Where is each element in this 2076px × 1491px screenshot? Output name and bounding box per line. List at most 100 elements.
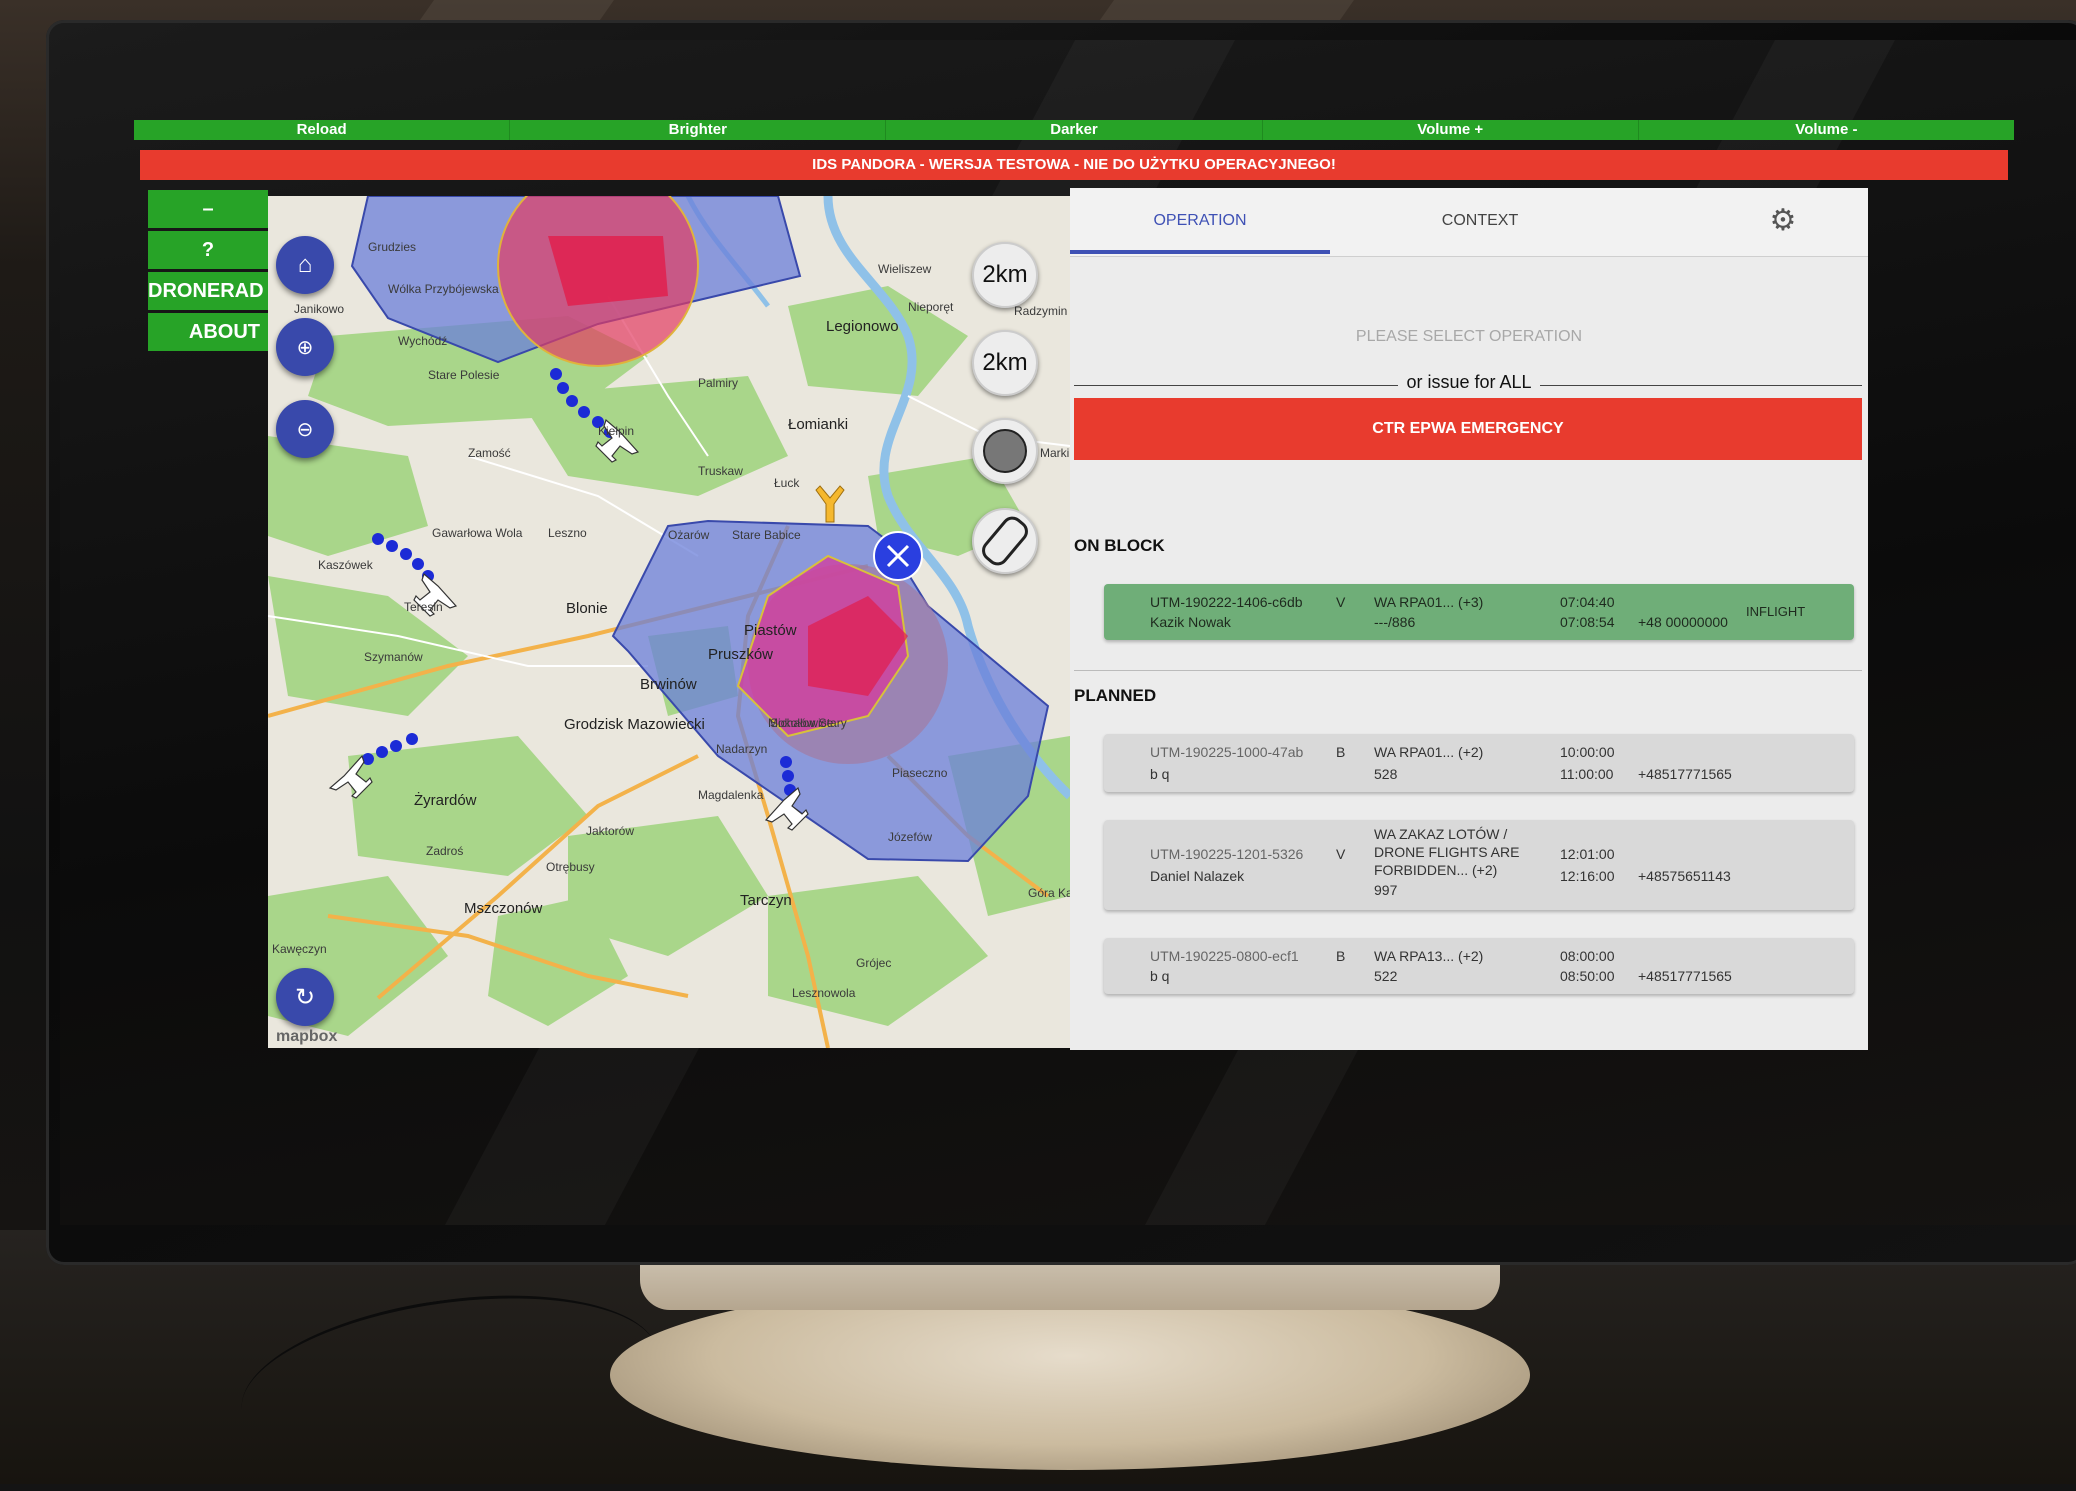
status-badge: INFLIGHT [1746, 604, 1806, 619]
place-label: Brwinów [640, 676, 697, 693]
darker-button[interactable]: Darker [886, 120, 1263, 140]
helicopter-icon [815, 485, 845, 523]
volume-down-button[interactable]: Volume - [1639, 120, 2014, 140]
operation-card[interactable]: UTM-190225-1000-47ab b q B WA RPA01... (… [1104, 734, 1854, 792]
place-label: Szymanów [364, 650, 423, 664]
tab-bar: OPERATION CONTEXT ⚙ [1070, 188, 1868, 257]
place-label: Truskaw [698, 464, 743, 478]
zoom-in-icon: ⊕ [296, 336, 314, 359]
pilot-phone: +48517771565 [1638, 968, 1732, 984]
place-label: Ożarów [668, 528, 710, 542]
place-label: Piaseczno [892, 766, 948, 780]
place-label: Lesznowola [792, 986, 856, 1000]
zoom-in-button[interactable]: ⊕ [276, 318, 334, 376]
place-label: Marki [1040, 446, 1070, 460]
test-version-banner: IDS PANDORA - WERSJA TESTOWA - NIE DO UŻ… [140, 150, 2008, 180]
place-label: Palmiry [698, 376, 739, 390]
range-2km-rotate-button[interactable]: 2km [972, 330, 1038, 396]
operation-card[interactable]: UTM-190225-1201-5326 Daniel Nalazek V WA… [1104, 820, 1854, 910]
planned-heading: PLANNED [1074, 686, 1157, 705]
left-menu: – ? DRONERAD ABOUT [148, 190, 268, 354]
place-label: Wieliszew [878, 262, 932, 276]
operation-area: WA RPA01... (+2) [1374, 744, 1484, 760]
place-label: Blonie [566, 600, 608, 617]
place-label: Kawęczyn [272, 942, 327, 956]
operation-card[interactable]: UTM-190222-1406-c6db Kazik Nowak V WA RP… [1104, 584, 1854, 640]
place-label: Legionowo [826, 318, 899, 335]
operation-flag: B [1336, 948, 1346, 964]
place-label: Łomianki [788, 416, 849, 433]
operation-area-code: ---/886 [1374, 614, 1416, 630]
range-2km-button[interactable]: 2km [972, 242, 1038, 308]
place-label: Leszno [548, 526, 587, 540]
on-block-heading: ON BLOCK [1074, 536, 1165, 555]
tab-operation[interactable]: OPERATION [1070, 188, 1330, 254]
end-time: 07:08:54 [1560, 614, 1615, 630]
home-icon: ⌂ [297, 251, 313, 278]
place-label: Grudzies [368, 240, 417, 254]
select-operation-hint: PLEASE SELECT OPERATION [1355, 328, 1583, 345]
place-label: Gawarłowa Wola [432, 526, 523, 540]
operation-area-code: 522 [1374, 968, 1398, 984]
operation-area-line3: FORBIDDEN... (+2) [1374, 862, 1498, 878]
zoom-out-button[interactable]: ⊖ [276, 400, 334, 458]
place-label: Kaszówek [318, 558, 373, 572]
operation-area: WA RPA13... (+2) [1374, 948, 1484, 964]
pilot-phone: +48 00000000 [1638, 614, 1728, 630]
operation-area-code: 997 [1374, 882, 1398, 898]
draw-circle-button[interactable] [972, 418, 1038, 484]
pilot-name: Kazik Nowak [1150, 614, 1231, 630]
map-canvas [268, 196, 1070, 1048]
collapse-button[interactable]: – [148, 190, 268, 228]
operation-area: WA ZAKAZ LOTÓW / [1374, 826, 1508, 842]
place-label: Stare Babice [732, 528, 801, 542]
place-label: Grodzisk Mazowiecki [564, 716, 705, 733]
help-button[interactable]: ? [148, 231, 268, 269]
capsule-icon [977, 512, 1033, 570]
issue-for-all-label: or issue for ALL [1070, 372, 1868, 393]
reload-button[interactable]: Reload [134, 120, 511, 140]
operation-card[interactable]: UTM-190225-0800-ecf1 b q B WA RPA13... (… [1104, 938, 1854, 994]
place-label: Kiełpin [598, 424, 635, 438]
range-label: 2km [982, 349, 1028, 376]
volume-up-button[interactable]: Volume + [1263, 120, 1639, 140]
operation-flag: B [1336, 744, 1346, 760]
place-label: Nadarzyn [716, 742, 768, 756]
map-view[interactable]: Grudzies Janikowo Wólka Przybójewska Wyc… [268, 196, 1070, 1048]
place-label: Teresin [404, 600, 443, 614]
brighter-button[interactable]: Brighter [510, 120, 887, 140]
place-label: Józefów [888, 830, 933, 844]
draw-capsule-button[interactable] [972, 508, 1038, 574]
pilot-phone: +48575651143 [1638, 868, 1731, 884]
zoom-out-icon: ⊖ [296, 418, 314, 441]
end-time: 08:50:00 [1560, 968, 1615, 984]
place-label: Wychódź [398, 334, 448, 348]
about-button[interactable]: ABOUT [148, 313, 268, 351]
dronerad-button[interactable]: DRONERAD [148, 272, 268, 310]
pilot-name: Daniel Nalazek [1150, 868, 1245, 884]
ctr-emergency-button[interactable]: CTR EPWA EMERGENCY [1074, 398, 1862, 460]
issue-for-all-text: or issue for ALL [1398, 372, 1540, 392]
refresh-button[interactable]: ↻ [276, 968, 334, 1026]
pilot-phone: +48517771565 [1638, 766, 1732, 782]
gear-icon[interactable]: ⚙ [1768, 206, 1798, 236]
place-label: Janikowo [294, 302, 345, 316]
circle-icon [983, 429, 1027, 473]
operation-id: UTM-190225-1201-5326 [1150, 846, 1304, 862]
home-button[interactable]: ⌂ [276, 236, 334, 294]
core-zone-north [548, 236, 668, 306]
place-label: Mszczonów [464, 900, 543, 917]
place-label: Żyrardów [414, 792, 477, 809]
end-time: 11:00:00 [1560, 766, 1614, 782]
tab-context[interactable]: CONTEXT [1330, 188, 1630, 254]
place-label: Tarczyn [740, 892, 792, 909]
place-label: Nieporęt [908, 300, 954, 314]
start-time: 12:01:00 [1560, 846, 1615, 862]
pilot-name: b q [1150, 968, 1170, 984]
start-time: 08:00:00 [1560, 948, 1615, 964]
place-label: Otrębusy [546, 860, 595, 874]
operation-id: UTM-190222-1406-c6db [1150, 594, 1303, 610]
place-label: Stare Polesie [428, 368, 500, 382]
operations-panel: OPERATION CONTEXT ⚙ PLEASE SELECT OPERAT… [1070, 188, 1868, 1050]
operation-area-line2: DRONE FLIGHTS ARE [1374, 844, 1520, 860]
